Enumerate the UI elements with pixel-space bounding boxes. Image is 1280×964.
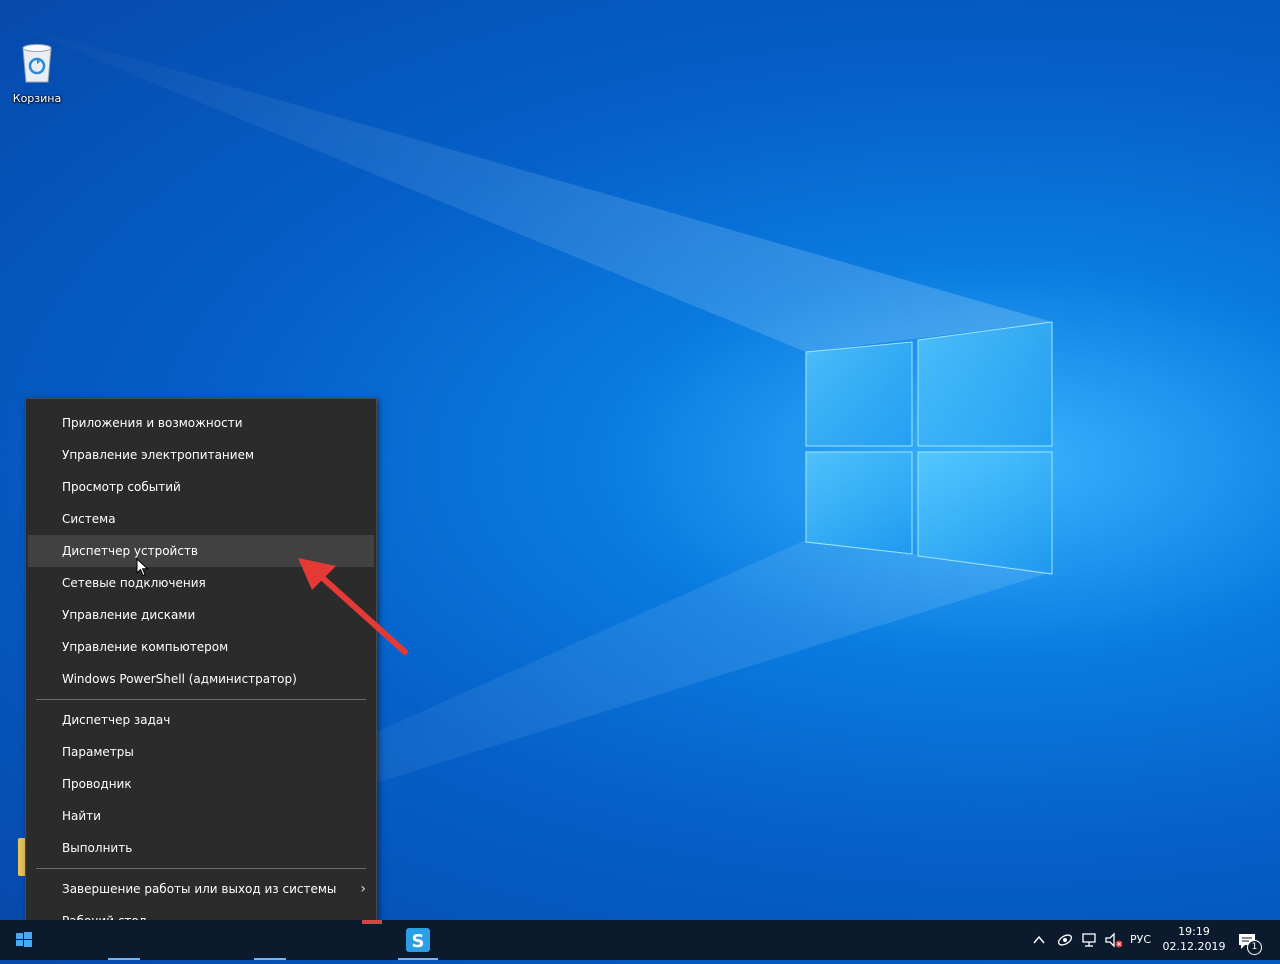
menu-separator <box>36 868 366 869</box>
windows-start-icon[interactable] <box>0 920 48 960</box>
taskbar-app-button[interactable] <box>352 920 392 960</box>
menu-item-powershell-admin[interactable]: Windows PowerShell (администратор) <box>28 663 374 695</box>
menu-item-system[interactable]: Система <box>28 503 374 535</box>
taskbar: S РУС 19:19 02.12.2019 1 <box>0 920 1280 960</box>
snagit-app-icon[interactable]: S <box>398 920 438 960</box>
menu-item-search[interactable]: Найти <box>28 800 374 832</box>
annotation-arrow-icon <box>298 558 408 655</box>
clock-time: 19:19 <box>1178 925 1210 938</box>
menu-item-task-manager[interactable]: Диспетчер задач <box>28 704 374 736</box>
menu-item-file-explorer[interactable]: Проводник <box>28 768 374 800</box>
app-icon-fragment <box>362 920 382 924</box>
svg-text:S: S <box>412 931 425 952</box>
action-center-button[interactable]: 1 <box>1236 930 1262 955</box>
notification-count-badge: 1 <box>1247 940 1262 955</box>
language-indicator[interactable]: РУС <box>1130 920 1151 960</box>
menu-item-settings[interactable]: Параметры <box>28 736 374 768</box>
menu-item-apps-features[interactable]: Приложения и возможности <box>28 407 374 439</box>
menu-item-event-viewer[interactable]: Просмотр событий <box>28 471 374 503</box>
volume-muted-icon[interactable] <box>1104 931 1124 949</box>
mouse-pointer-icon <box>136 558 149 577</box>
recycle-bin-label: Корзина <box>12 92 62 105</box>
recycle-bin-desktop-icon[interactable]: Корзина <box>8 40 66 105</box>
chevron-up-icon[interactable] <box>1032 933 1046 947</box>
clock[interactable]: 19:19 02.12.2019 <box>1162 920 1226 964</box>
recycle-bin-icon <box>22 44 52 83</box>
taskbar-app-button[interactable] <box>250 920 290 960</box>
chevron-right-icon: › <box>360 881 366 897</box>
menu-separator <box>36 699 366 700</box>
taskbar-app-button[interactable] <box>104 920 144 960</box>
winx-context-menu: Приложения и возможности Управление элек… <box>25 398 377 943</box>
satellite-icon[interactable] <box>1056 931 1074 949</box>
menu-item-shutdown-signout[interactable]: Завершение работы или выход из системы › <box>28 873 374 905</box>
clock-date: 02.12.2019 <box>1162 940 1226 953</box>
menu-item-run[interactable]: Выполнить <box>28 832 374 864</box>
menu-item-power-options[interactable]: Управление электропитанием <box>28 439 374 471</box>
network-icon[interactable] <box>1080 931 1098 949</box>
menu-item-label: Завершение работы или выход из системы <box>62 882 337 896</box>
